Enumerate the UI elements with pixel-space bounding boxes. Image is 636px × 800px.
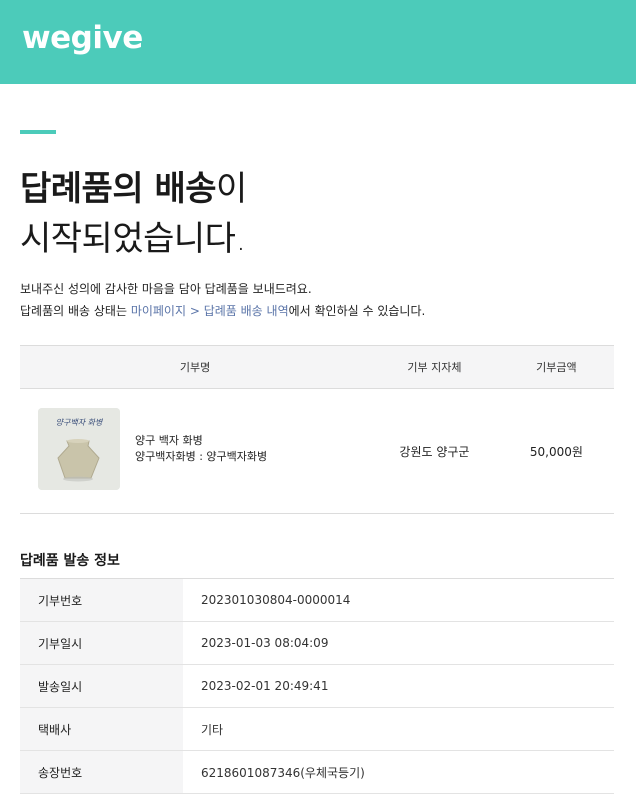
product-text: 양구 백자 화병 양구백자화병 : 양구백자화병 (135, 433, 267, 465)
product-thumbnail[interactable]: 양구백자 화병 (38, 408, 120, 490)
info-value: 기타 (183, 707, 614, 751)
thumbnail-caption: 양구백자 화병 (55, 418, 103, 427)
intro-suffix: 에서 확인하실 수 있습니다. (288, 304, 426, 318)
headline-bold: 답례품의 배송 (20, 169, 217, 209)
shipping-info-title: 답례품 발송 정보 (20, 553, 120, 569)
product-cell: 양구백자 화병 양구 백자 화병 양구백자화병 : 양구백자화병 (20, 388, 371, 514)
info-row-shipping-date: 발송일시 2023-02-01 20:49:41 (20, 664, 614, 708)
header-region: 기부 지자체 (370, 345, 499, 389)
accent-divider (20, 130, 56, 134)
intro-line-2: 답례품의 배송 상태는 마이페이지 > 답례품 배송 내역에서 확인하실 수 있… (20, 300, 425, 322)
info-label: 기부일시 (20, 621, 183, 665)
intro-line-1: 보내주신 성의에 감사한 마음을 담아 답례품을 보내드려요. (20, 282, 312, 296)
intro-text: 보내주신 성의에 감사한 마음을 담아 답례품을 보내드려요. 답례품의 배송 … (20, 278, 425, 322)
region-cell: 강원도 양구군 (370, 388, 499, 514)
info-row-donation-number: 기부번호 202301030804-0000014 (20, 578, 614, 622)
logo-wordmark: wegive (22, 20, 143, 56)
amount-cell: 50,000원 (498, 388, 614, 514)
info-label: 택배사 (20, 707, 183, 751)
info-label: 기부번호 (20, 578, 183, 622)
headline-line-1: 답례품의 배송이 (20, 164, 247, 214)
product-title: 양구 백자 화병 (135, 434, 203, 447)
shipping-info-table: 기부번호 202301030804-0000014 기부일시 2023-01-0… (20, 578, 614, 794)
info-row-courier: 택배사 기타 (20, 707, 614, 751)
headline-line-2: 시작되었습니다. (20, 219, 246, 259)
header-amount: 기부금액 (498, 345, 614, 389)
page-headline: 답례품의 배송이 시작되었습니다. (20, 164, 247, 264)
wegive-logo[interactable]: wegive (22, 18, 154, 58)
info-value: 2023-02-01 20:49:41 (183, 664, 614, 708)
info-row-tracking-number: 송장번호 6218601087346(우체국등기) (20, 750, 614, 794)
info-value[interactable]: 6218601087346(우체국등기) (183, 750, 614, 794)
email-header: wegive (0, 0, 636, 84)
donation-table-header: 기부명 기부 지자체 기부금액 (20, 345, 614, 389)
donation-table: 기부명 기부 지자체 기부금액 양구백자 화병 양구 백자 화병 양구백자화병 … (20, 345, 614, 514)
intro-prefix: 답례품의 배송 상태는 (20, 304, 131, 318)
info-label: 발송일시 (20, 664, 183, 708)
info-value: 202301030804-0000014 (183, 578, 614, 622)
donation-row: 양구백자 화병 양구 백자 화병 양구백자화병 : 양구백자화병 강원도 양구군… (20, 388, 614, 514)
info-label: 송장번호 (20, 750, 183, 794)
header-donation-name: 기부명 (20, 345, 371, 389)
info-row-donation-date: 기부일시 2023-01-03 08:04:09 (20, 621, 614, 665)
headline-light: 이 (216, 169, 247, 209)
info-value: 2023-01-03 08:04:09 (183, 621, 614, 665)
product-option: 양구백자화병 : 양구백자화병 (135, 450, 268, 463)
mypage-delivery-link[interactable]: 마이페이지 > 답례품 배송 내역 (131, 304, 289, 318)
